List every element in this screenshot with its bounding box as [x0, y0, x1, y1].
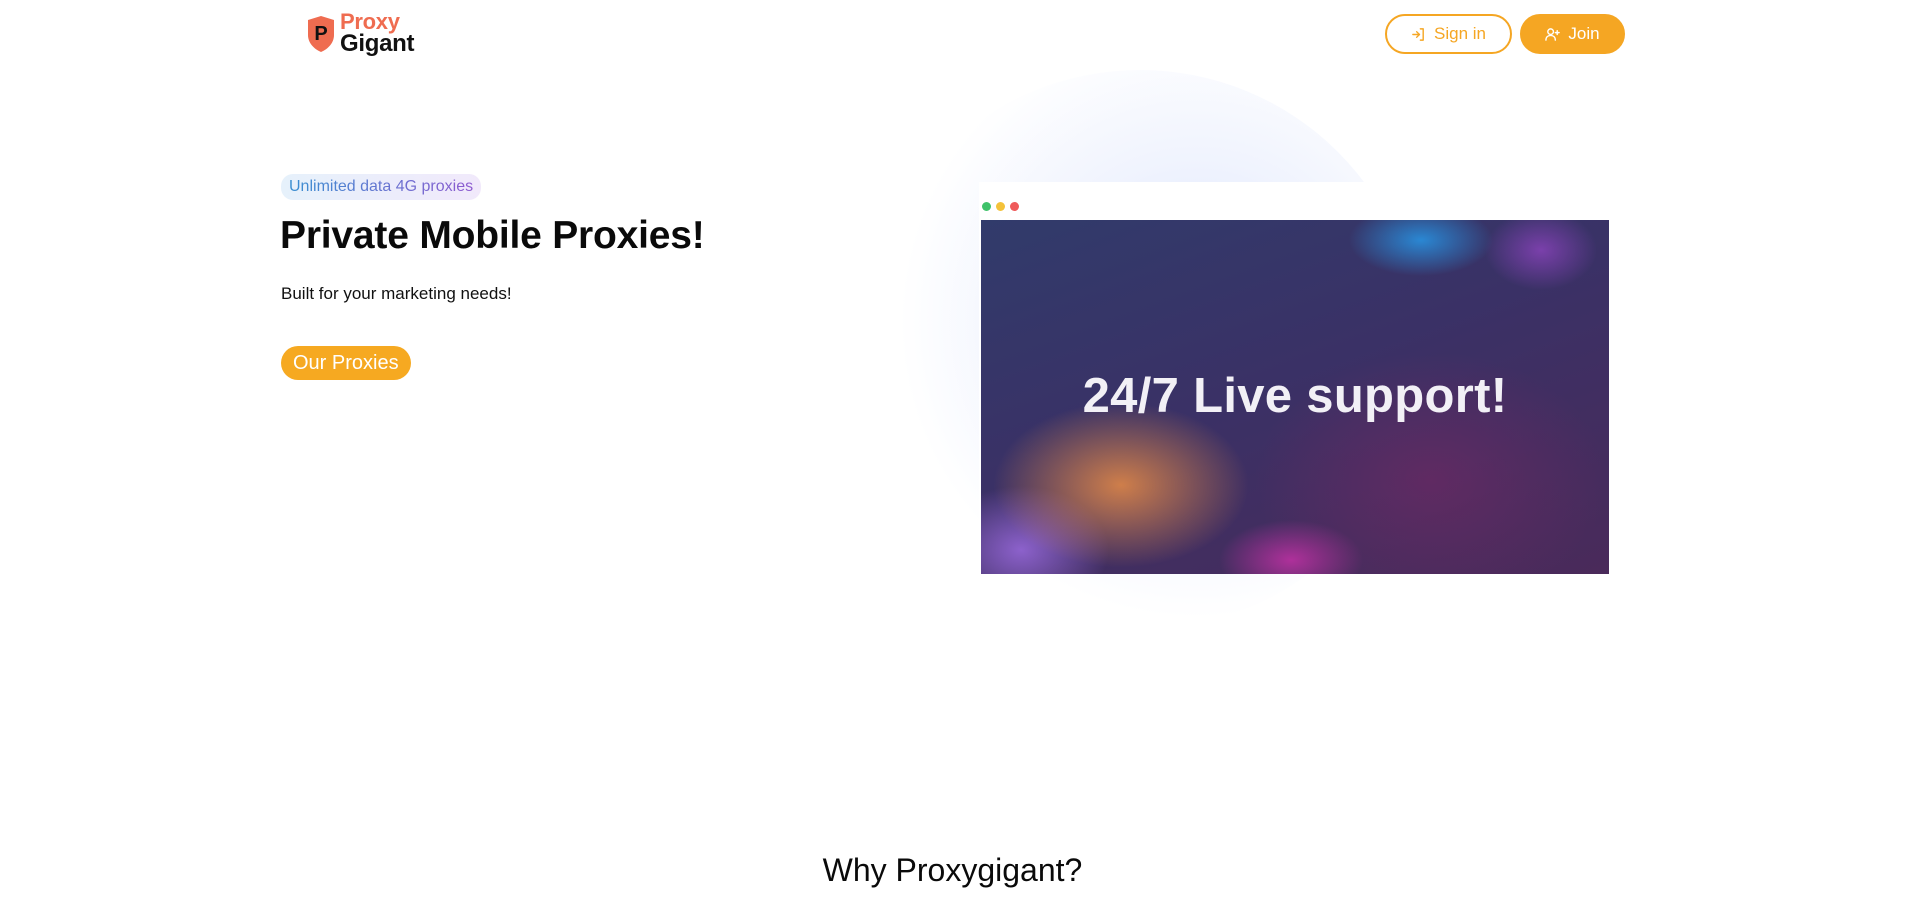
- window-dot-green: [982, 202, 991, 211]
- user-plus-icon: [1545, 27, 1561, 41]
- window-dot-red: [1010, 202, 1019, 211]
- hero-badge: Unlimited data 4G proxies: [281, 174, 482, 200]
- window-dot-yellow: [996, 202, 1005, 211]
- join-label: Join: [1568, 24, 1600, 43]
- logo-shield-icon: P: [308, 15, 334, 52]
- our-proxies-button[interactable]: Our Proxies: [281, 346, 411, 380]
- window-dots: [982, 202, 1019, 211]
- hero-badge-text: Unlimited data 4G proxies: [289, 178, 474, 195]
- sign-in-button[interactable]: Sign in: [1385, 14, 1512, 54]
- logo-mark-letter: P: [314, 23, 327, 45]
- support-banner-text: 24/7 Live support!: [1082, 369, 1508, 423]
- hero-title: Private Mobile Proxies!: [280, 214, 705, 257]
- section-title: Why Proxygigant?: [822, 852, 1083, 888]
- hero-subtitle: Built for your marketing needs!: [281, 284, 512, 303]
- logo-wordmark: Proxy Gigant: [340, 11, 415, 57]
- join-button[interactable]: Join: [1520, 14, 1625, 54]
- page: P Proxy Gigant Sign in Join Unlimited da…: [0, 0, 1905, 916]
- logo-line2: Gigant: [340, 29, 415, 57]
- browser-mockup: 24/7 Live support!: [979, 182, 1609, 574]
- sign-in-icon: [1412, 27, 1424, 41]
- logo[interactable]: P Proxy Gigant: [306, 11, 415, 57]
- sign-in-label: Sign in: [1434, 24, 1486, 43]
- support-banner: 24/7 Live support!: [981, 220, 1609, 574]
